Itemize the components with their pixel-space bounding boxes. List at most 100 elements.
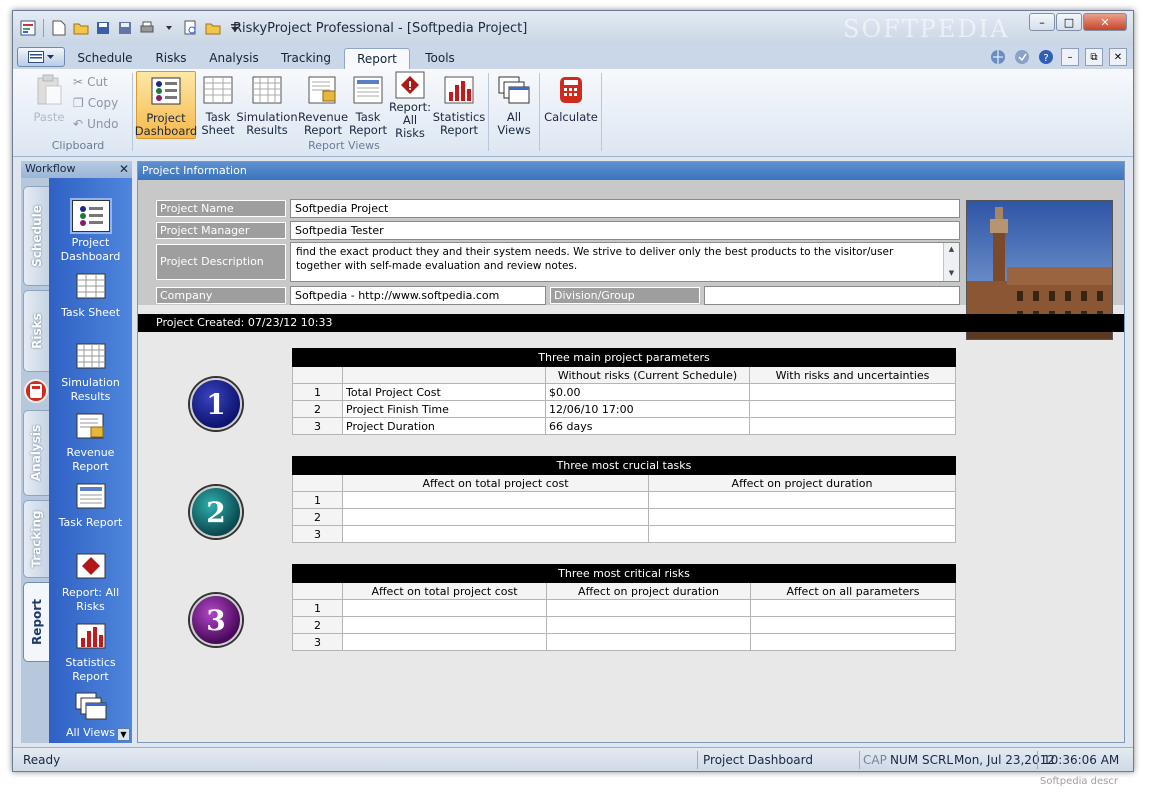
statistics-report-button[interactable]: Statistics Report bbox=[433, 71, 485, 139]
tab-tracking[interactable]: Tracking bbox=[275, 48, 337, 69]
task-report-button[interactable]: Task Report bbox=[349, 71, 387, 139]
revenue-report-button[interactable]: Revenue Report bbox=[297, 71, 349, 139]
row-number: 1 bbox=[292, 383, 343, 401]
workflow-item-task-sheet[interactable]: Task Sheet bbox=[49, 268, 132, 320]
app-logo-icon[interactable] bbox=[19, 19, 37, 37]
status-separator bbox=[1037, 751, 1038, 769]
copy-button[interactable]: ❐ Copy bbox=[73, 96, 118, 110]
save-icon[interactable] bbox=[94, 19, 112, 37]
division-group-field[interactable] bbox=[704, 286, 960, 305]
table-header: Affect on project duration bbox=[648, 474, 956, 492]
table-row[interactable]: 3 Project Duration 66 days bbox=[292, 417, 956, 435]
table-header: With risks and uncertainties bbox=[749, 366, 956, 384]
workflow-item-simulation-results[interactable]: Simulation Results bbox=[49, 338, 132, 404]
workflow-item-statistics-report[interactable]: Statistics Report bbox=[49, 618, 132, 684]
description-scrollbar[interactable]: ▲ ▼ bbox=[943, 243, 959, 281]
toolbar-separator bbox=[43, 19, 44, 37]
dropdown-arrow-icon[interactable] bbox=[160, 19, 178, 37]
update-icon[interactable] bbox=[1013, 48, 1031, 66]
vtab-tracking[interactable]: Tracking bbox=[23, 500, 49, 578]
simulation-results-button[interactable]: Simulation Results bbox=[236, 71, 298, 139]
table-cell bbox=[342, 508, 649, 526]
vtab-risks-label: Risks bbox=[29, 313, 44, 349]
workflow-item-revenue-report[interactable]: Revenue Report bbox=[49, 408, 132, 474]
workflow-items-list: Project Dashboard Task Sheet Simulation … bbox=[49, 178, 132, 743]
globe-help-icon[interactable] bbox=[989, 48, 1007, 66]
minimize-button[interactable]: – bbox=[1029, 13, 1055, 31]
row-number: 2 bbox=[292, 400, 343, 418]
table-row[interactable]: 3 bbox=[292, 633, 956, 651]
vtab-analysis[interactable]: Analysis bbox=[23, 410, 49, 496]
tab-report[interactable]: Report bbox=[344, 48, 410, 69]
project-manager-field[interactable]: Softpedia Tester bbox=[290, 221, 960, 240]
save-as-icon[interactable] bbox=[116, 19, 134, 37]
calculator-icon bbox=[560, 77, 582, 103]
doc-close-button[interactable]: ✕ bbox=[1109, 48, 1127, 66]
ribbon-tab-row: Schedule Risks Analysis Tracking Report … bbox=[13, 45, 1133, 69]
row-number: 1 bbox=[292, 599, 343, 617]
maximize-button[interactable]: □ bbox=[1056, 13, 1082, 31]
copy-icon: ❐ bbox=[73, 96, 84, 110]
tab-analysis[interactable]: Analysis bbox=[203, 48, 265, 69]
workflow-item-label: Simulation bbox=[61, 376, 120, 389]
vtab-risks[interactable]: Risks bbox=[23, 290, 49, 372]
task-report-icon bbox=[353, 76, 383, 104]
simulation-results-label-2: Results bbox=[246, 123, 288, 137]
status-separator bbox=[859, 751, 860, 769]
doc-minimize-button[interactable]: – bbox=[1061, 48, 1079, 66]
table-row[interactable]: 3 bbox=[292, 525, 956, 543]
report-all-risks-button[interactable]: Report: All Risks bbox=[387, 71, 433, 140]
task-sheet-button[interactable]: Task Sheet bbox=[199, 71, 237, 139]
table-row[interactable]: 1 bbox=[292, 599, 956, 617]
undo-button[interactable]: ↶ Undo bbox=[73, 117, 118, 131]
paste-button[interactable]: Paste bbox=[27, 71, 71, 139]
all-risks-icon bbox=[76, 553, 105, 579]
vtab-schedule[interactable]: Schedule bbox=[23, 186, 49, 286]
svg-text:?: ? bbox=[1043, 53, 1048, 64]
workflow-item-label: Task Sheet bbox=[60, 306, 121, 319]
folder-icon[interactable] bbox=[204, 19, 222, 37]
application-menu-button[interactable] bbox=[17, 47, 65, 67]
calculate-label: Calculate bbox=[544, 110, 598, 124]
workflow-item-task-report[interactable]: Task Report bbox=[49, 478, 132, 530]
vtab-report[interactable]: Report bbox=[23, 582, 49, 662]
cut-button[interactable]: ✂ Cut bbox=[73, 75, 108, 89]
status-text: Ready bbox=[23, 753, 61, 767]
new-file-icon[interactable] bbox=[50, 19, 68, 37]
group-separator bbox=[601, 73, 602, 151]
table-row[interactable]: 2 bbox=[292, 616, 956, 634]
table-cell bbox=[750, 616, 956, 634]
close-button[interactable]: ✕ bbox=[1083, 13, 1127, 31]
tab-tools[interactable]: Tools bbox=[417, 48, 463, 69]
report-views-group-label: Report Views bbox=[308, 139, 380, 152]
task-report-label-2: Report bbox=[348, 123, 388, 137]
help-icon[interactable]: ? bbox=[1037, 48, 1055, 66]
project-dashboard-button[interactable]: Project Dashboard bbox=[134, 71, 198, 139]
tab-schedule[interactable]: Schedule bbox=[73, 48, 137, 69]
workflow-scroll-down-button[interactable]: ▼ bbox=[117, 728, 130, 741]
table-row[interactable]: 2 Project Finish Time 12/06/10 17:00 bbox=[292, 400, 956, 418]
project-description-field[interactable]: find the exact product they and their sy… bbox=[290, 242, 960, 282]
tab-risks[interactable]: Risks bbox=[147, 48, 195, 69]
print-preview-icon[interactable] bbox=[182, 19, 200, 37]
table-row[interactable]: 1 Total Project Cost $0.00 bbox=[292, 383, 956, 401]
calculate-button[interactable]: Calculate bbox=[544, 71, 598, 139]
company-field[interactable]: Softpedia - http://www.softpedia.com bbox=[290, 286, 546, 305]
row-number: 1 bbox=[292, 491, 343, 509]
project-dashboard-label-2: Dashboard bbox=[134, 124, 198, 138]
project-name-field[interactable]: Softpedia Project bbox=[290, 199, 960, 218]
table-cell bbox=[342, 599, 547, 617]
value-without-risks: 66 days bbox=[545, 417, 750, 435]
table-header: Affect on total project cost bbox=[342, 474, 649, 492]
close-icon[interactable]: ✕ bbox=[119, 162, 129, 176]
all-views-button[interactable]: All Views bbox=[493, 71, 535, 139]
doc-restore-button[interactable]: ⧉ bbox=[1085, 48, 1103, 66]
workflow-item-report-all-risks[interactable]: Report: All Risks bbox=[49, 548, 132, 614]
table-row[interactable]: 2 bbox=[292, 508, 956, 526]
open-folder-icon[interactable] bbox=[72, 19, 90, 37]
calculate-shortcut-icon[interactable] bbox=[24, 379, 48, 403]
table-cell bbox=[546, 633, 751, 651]
workflow-item-project-dashboard[interactable]: Project Dashboard bbox=[49, 198, 132, 264]
print-icon[interactable] bbox=[138, 19, 156, 37]
table-row[interactable]: 1 bbox=[292, 491, 956, 509]
